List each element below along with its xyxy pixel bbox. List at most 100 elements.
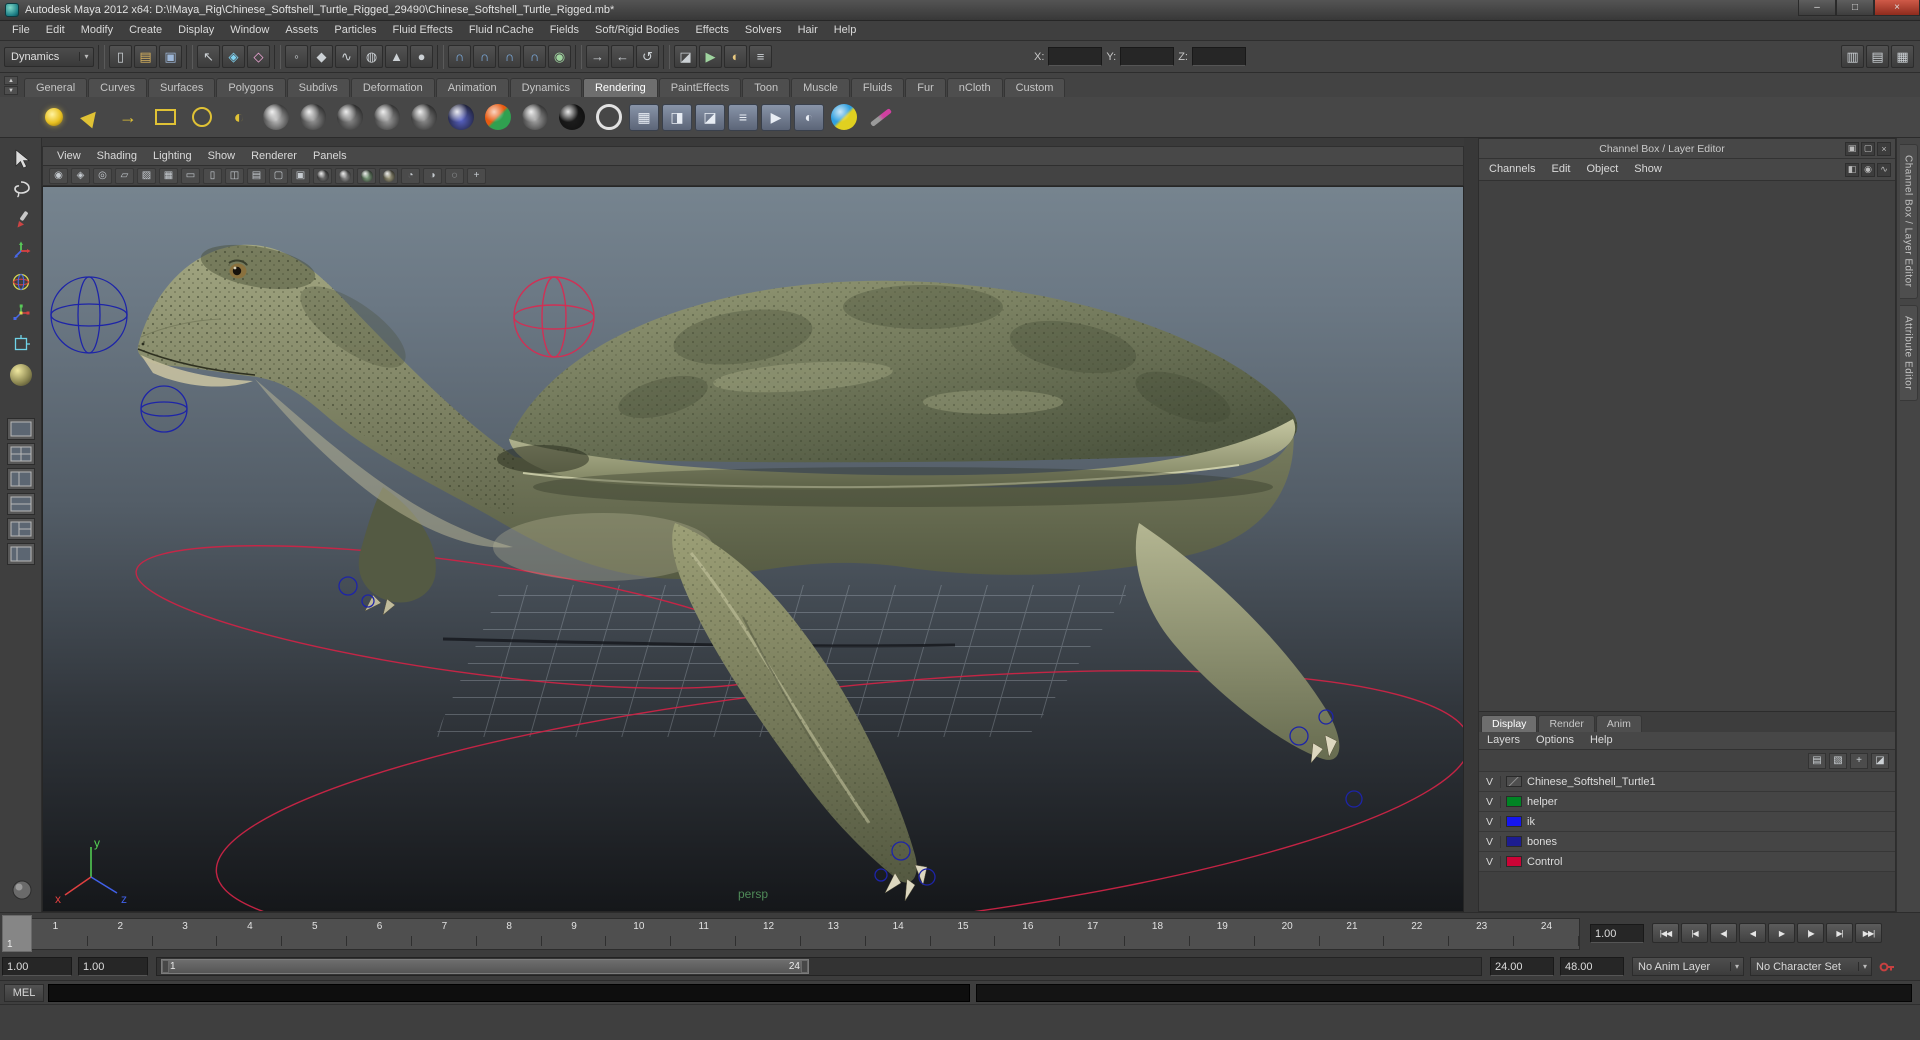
toggle-channel-box-icon[interactable]: ▦ xyxy=(1891,45,1914,68)
shelf-tab[interactable]: Custom xyxy=(1003,78,1066,97)
menu-item[interactable]: Display xyxy=(170,21,222,40)
shaded-sphere-icon[interactable] xyxy=(259,100,293,134)
soft-modification-tool[interactable] xyxy=(6,361,36,389)
layer-editor-tab[interactable]: Anim xyxy=(1595,715,1642,732)
range-slider-track[interactable]: 1 24 xyxy=(156,957,1482,976)
panel-menu-item[interactable]: Renderer xyxy=(243,147,305,166)
auto-keyframe-icon[interactable] xyxy=(1878,958,1896,978)
shelf-tab[interactable]: Muscle xyxy=(791,78,850,97)
area-light-icon[interactable] xyxy=(148,100,182,134)
status-line-separator[interactable] xyxy=(274,44,281,69)
snap-to-plane-icon[interactable]: ∩ xyxy=(523,45,546,68)
go-to-end-button[interactable]: ▶▶| xyxy=(1855,923,1882,943)
playback-speed-field[interactable] xyxy=(1590,924,1644,943)
shelf-tab[interactable]: Dynamics xyxy=(509,78,582,97)
hypershade-icon[interactable]: ◨ xyxy=(662,103,692,131)
phong-e-material-icon[interactable] xyxy=(407,100,441,134)
rotate-manipulator[interactable] xyxy=(513,276,595,358)
go-to-start-button[interactable]: |◀◀ xyxy=(1652,923,1679,943)
menu-item[interactable]: Particles xyxy=(326,21,384,40)
field-chart-icon[interactable]: ▤ xyxy=(247,167,266,184)
shelf-tab[interactable]: Fur xyxy=(905,78,946,97)
layer-row[interactable]: V Control xyxy=(1479,852,1895,872)
new-scene-icon[interactable]: ▯ xyxy=(109,45,132,68)
y-coordinate-field[interactable] xyxy=(1120,47,1175,66)
shelf-menu-up-icon[interactable]: ▲ xyxy=(4,76,18,85)
menu-item[interactable]: Modify xyxy=(73,21,121,40)
shelf-tab[interactable]: Fluids xyxy=(850,78,905,97)
grid-toggle-icon[interactable]: ▦ xyxy=(159,167,178,184)
shelf-tab[interactable]: Rendering xyxy=(582,78,658,97)
snap-to-grid-icon[interactable]: ∩ xyxy=(448,45,471,68)
command-line-language-toggle[interactable]: MEL xyxy=(4,984,44,1002)
lambert-material-icon[interactable] xyxy=(333,100,367,134)
layer-editor-menu-item[interactable]: Help xyxy=(1582,731,1621,750)
layer-visibility-toggle[interactable]: V xyxy=(1479,835,1501,848)
shelf-tab[interactable]: PaintEffects xyxy=(658,78,742,97)
open-render-view-icon[interactable]: ◪ xyxy=(674,45,697,68)
panel-menu-item[interactable]: Lighting xyxy=(145,147,200,166)
menu-item[interactable]: Window xyxy=(222,21,277,40)
new-empty-layer-icon[interactable]: + xyxy=(1850,752,1868,769)
layer-color-swatch[interactable] xyxy=(1506,816,1522,827)
lock-camera-icon[interactable]: ◈ xyxy=(71,167,90,184)
z-coordinate-field[interactable] xyxy=(1191,47,1246,66)
sort-layers-icon[interactable]: ▧ xyxy=(1829,752,1847,769)
blinn-material-icon[interactable] xyxy=(296,100,330,134)
volume-light-icon[interactable] xyxy=(185,100,219,134)
step-back-frame-button[interactable]: |◀ xyxy=(1681,923,1708,943)
hypergraph-connection-icon[interactable]: ∿ xyxy=(1877,162,1891,177)
step-forward-frame-button[interactable]: ▶| xyxy=(1826,923,1853,943)
head-control-curve[interactable] xyxy=(50,276,128,354)
phong-material-icon[interactable] xyxy=(370,100,404,134)
status-line-separator[interactable] xyxy=(575,44,582,69)
mask-handles-icon[interactable]: ◦ xyxy=(285,45,308,68)
shelf-tab[interactable]: Surfaces xyxy=(147,78,216,97)
render-current-frame-icon[interactable]: ▶ xyxy=(699,45,722,68)
menu-item[interactable]: Fluid Effects xyxy=(385,21,461,40)
lasso-select-tool[interactable] xyxy=(6,175,36,203)
menu-item[interactable]: Create xyxy=(121,21,170,40)
jaw-control-curve[interactable] xyxy=(140,385,188,433)
uv-texture-editor-icon[interactable]: ▦ xyxy=(629,103,659,131)
character-set-dropdown[interactable]: No Character Set ▾ xyxy=(1750,957,1872,976)
mask-surfaces-icon[interactable]: ◍ xyxy=(360,45,383,68)
status-line-separator[interactable] xyxy=(186,44,193,69)
open-scene-icon[interactable]: ▤ xyxy=(134,45,157,68)
menu-item[interactable]: Soft/Rigid Bodies xyxy=(587,21,687,40)
single-pane-layout-button[interactable] xyxy=(6,418,35,440)
four-pane-layout-button[interactable] xyxy=(6,443,35,465)
snap-to-curve-icon[interactable]: ∩ xyxy=(473,45,496,68)
snap-to-point-icon[interactable]: ∩ xyxy=(498,45,521,68)
close-button[interactable]: × xyxy=(1874,0,1920,16)
resolution-gate-icon[interactable]: ▯ xyxy=(203,167,222,184)
menu-item[interactable]: Help xyxy=(826,21,865,40)
layered-shader-icon[interactable] xyxy=(518,100,552,134)
current-frame-indicator[interactable]: 1 xyxy=(2,915,32,952)
two-pane-stacked-layout-button[interactable] xyxy=(6,493,35,515)
render-settings-icon[interactable]: ≡ xyxy=(728,103,758,131)
side-tab[interactable]: Attribute Editor xyxy=(1899,304,1918,401)
speed-ramp-icon[interactable]: ◉ xyxy=(1861,162,1875,177)
float-panel-icon[interactable]: ▢ xyxy=(1861,141,1875,156)
range-slider-handle[interactable]: 1 24 xyxy=(161,959,809,974)
animation-start-field[interactable] xyxy=(2,957,72,976)
menu-set-selector[interactable]: Dynamics ▾ xyxy=(4,46,94,67)
universal-manipulator-tool[interactable] xyxy=(6,330,36,358)
shelf-tab[interactable]: Polygons xyxy=(216,78,286,97)
mask-joints-icon[interactable]: ◆ xyxy=(310,45,333,68)
shelf-menu-down-icon[interactable]: ▼ xyxy=(4,86,18,95)
layer-editor-menu-item[interactable]: Options xyxy=(1528,731,1582,750)
menu-item[interactable]: Fluid nCache xyxy=(461,21,542,40)
panel-menu-item[interactable]: Show xyxy=(200,147,244,166)
new-layer-from-selected-icon[interactable]: ◪ xyxy=(1871,752,1889,769)
maximize-button[interactable]: □ xyxy=(1836,0,1874,16)
channel-box-menu-item[interactable]: Channels xyxy=(1481,160,1543,179)
play-backwards-button[interactable]: ◀ xyxy=(1739,923,1766,943)
gate-mask-icon[interactable]: ◫ xyxy=(225,167,244,184)
select-camera-icon[interactable]: ◉ xyxy=(49,167,68,184)
menu-item[interactable]: File xyxy=(4,21,38,40)
layer-visibility-toggle[interactable]: V xyxy=(1479,795,1501,808)
toggle-tool-settings-icon[interactable]: ▤ xyxy=(1866,45,1889,68)
layer-color-swatch[interactable] xyxy=(1506,796,1522,807)
